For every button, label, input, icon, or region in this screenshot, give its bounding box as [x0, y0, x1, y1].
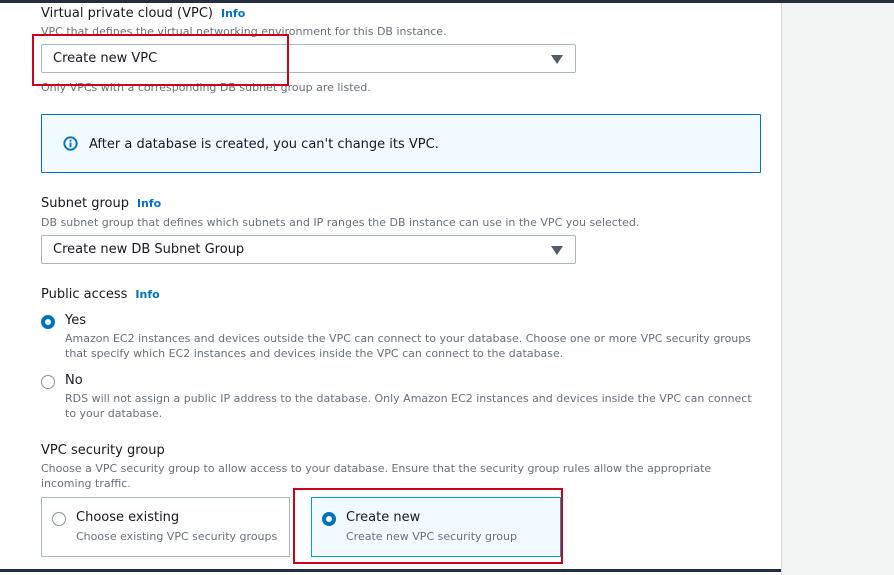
- choose-existing-radio[interactable]: [52, 512, 66, 526]
- choose-existing-description: Choose existing VPC security groups: [76, 530, 278, 543]
- public-access-yes-radio[interactable]: [41, 315, 55, 329]
- public-access-label: Public access Info: [41, 287, 160, 302]
- public-access-no-radio[interactable]: [41, 375, 55, 389]
- security-group-label: VPC security group: [41, 443, 165, 458]
- choose-existing-tile[interactable]: Choose existing Choose existing VPC secu…: [41, 497, 290, 557]
- vpc-description: VPC that defines the virtual networking …: [41, 25, 447, 38]
- choose-existing-title: Choose existing: [76, 510, 180, 525]
- public-access-yes-title: Yes: [65, 313, 86, 328]
- vpc-label-text: Virtual private cloud (VPC): [41, 6, 213, 21]
- security-group-description: Choose a VPC security group to allow acc…: [41, 462, 712, 490]
- public-access-label-text: Public access: [41, 287, 128, 302]
- create-new-description: Create new VPC security group: [346, 530, 517, 543]
- vpc-label: Virtual private cloud (VPC) Info: [41, 6, 245, 21]
- info-circle-icon: [63, 136, 78, 151]
- public-access-info-link[interactable]: Info: [135, 288, 159, 301]
- alert-text: After a database is created, you can't c…: [89, 137, 439, 152]
- caret-down-icon: [551, 246, 563, 255]
- caret-down-icon: [551, 55, 563, 64]
- subnet-select-value: Create new DB Subnet Group: [53, 242, 245, 257]
- create-new-tile[interactable]: Create new Create new VPC security group: [311, 497, 561, 557]
- vpc-select[interactable]: Create new VPC: [41, 44, 576, 73]
- subnet-label-text: Subnet group: [41, 196, 129, 211]
- vpc-info-link[interactable]: Info: [221, 7, 245, 20]
- create-new-radio[interactable]: [322, 512, 336, 526]
- public-access-no-title: No: [65, 373, 83, 388]
- public-access-yes-description: Amazon EC2 instances and devices outside…: [65, 332, 751, 360]
- subnet-select[interactable]: Create new DB Subnet Group: [41, 235, 576, 264]
- public-access-no-description: RDS will not assign a public IP address …: [65, 392, 752, 420]
- connectivity-panel: Virtual private cloud (VPC) Info VPC that…: [0, 3, 782, 575]
- vpc-hint: Only VPCs with a corresponding DB subnet…: [41, 81, 371, 94]
- subnet-description: DB subnet group that defines which subne…: [41, 216, 640, 229]
- subnet-label: Subnet group Info: [41, 196, 161, 211]
- subnet-info-link[interactable]: Info: [137, 197, 161, 210]
- vpc-info-alert: After a database is created, you can't c…: [41, 114, 761, 173]
- vpc-select-value: Create new VPC: [53, 51, 158, 66]
- create-new-title: Create new: [346, 510, 421, 525]
